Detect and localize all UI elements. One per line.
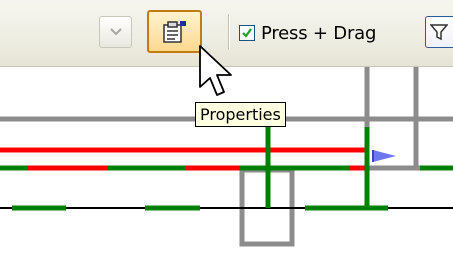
- checkmark-icon: [242, 28, 252, 38]
- mouse-cursor-icon: [199, 45, 232, 96]
- chevron-down-icon: [109, 28, 122, 36]
- signal-flag-icon: [372, 150, 396, 162]
- properties-button[interactable]: [147, 10, 202, 53]
- properties-icon: [162, 20, 186, 43]
- press-drag-toggle[interactable]: Press + Drag: [239, 20, 376, 46]
- press-drag-checkbox[interactable]: [239, 25, 255, 41]
- dropdown-button[interactable]: [99, 16, 132, 48]
- filter-icon: [430, 24, 448, 41]
- properties-tooltip: Properties: [195, 102, 286, 127]
- filter-button[interactable]: [425, 16, 453, 48]
- press-drag-label: Press + Drag: [261, 22, 377, 44]
